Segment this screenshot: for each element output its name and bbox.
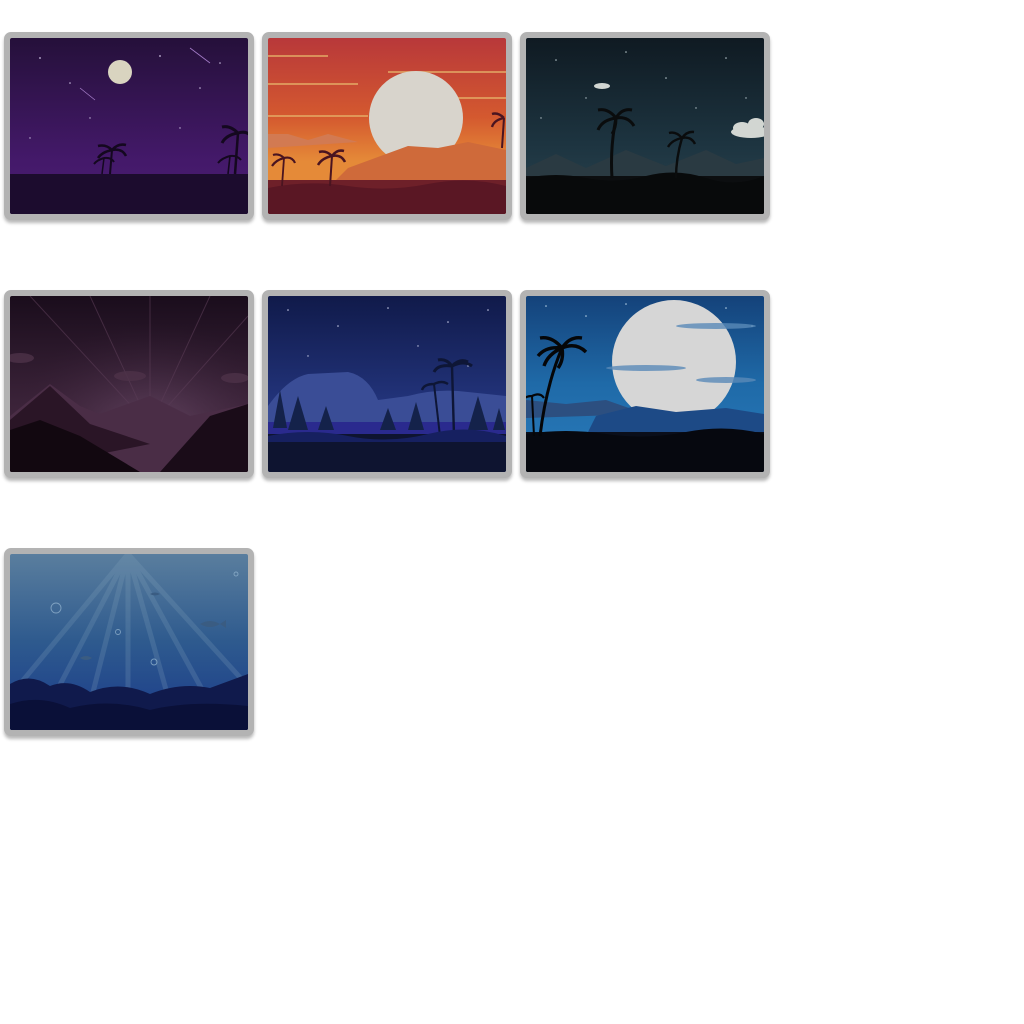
wallpaper-thumbnail-sunset-orange-palms[interactable] (262, 32, 512, 220)
underwater-blue-image (10, 554, 248, 730)
purple-mountains-image (10, 296, 248, 472)
wallpaper-thumbnail-purple-mountains[interactable] (4, 290, 254, 478)
wallpaper-thumbnail-night-purple-palms[interactable] (4, 32, 254, 220)
moon-blue-palms-image (526, 296, 764, 472)
wallpaper-grid (4, 32, 772, 736)
blue-forest-night-image (268, 296, 506, 472)
sunset-orange-palms-image (268, 38, 506, 214)
wallpaper-thumbnail-blue-forest-night[interactable] (262, 290, 512, 478)
wallpaper-thumbnail-night-teal-palms[interactable] (520, 32, 770, 220)
wallpaper-thumbnail-moon-blue-palms[interactable] (520, 290, 770, 478)
night-purple-palms-image (10, 38, 248, 214)
wallpaper-thumbnail-underwater-blue[interactable] (4, 548, 254, 736)
night-teal-palms-image (526, 38, 764, 214)
